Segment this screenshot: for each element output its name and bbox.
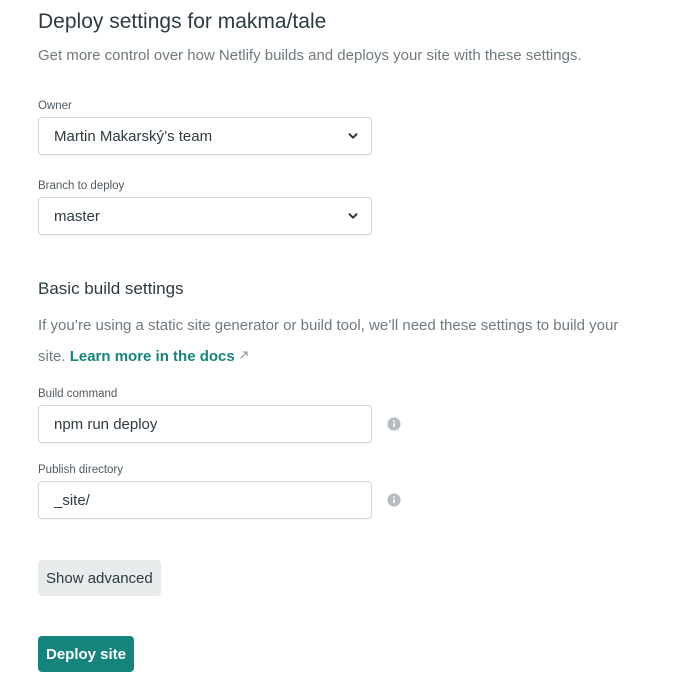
branch-select[interactable]: master xyxy=(38,197,372,235)
page-title: Deploy settings for makma/tale xyxy=(38,10,327,33)
page-subtitle: Get more control over how Netlify builds… xyxy=(38,47,582,64)
external-link-icon xyxy=(240,351,248,359)
build-command-value: npm run deploy xyxy=(54,415,158,433)
publish-directory-value: _site/ xyxy=(54,491,90,509)
chevron-down-icon xyxy=(348,213,358,219)
publish-directory-label: Publish directory xyxy=(38,464,124,476)
build-settings-description: If you’re using a static site generator … xyxy=(38,310,638,372)
branch-select-value: master xyxy=(54,207,100,225)
info-icon[interactable] xyxy=(387,493,401,507)
chevron-down-icon xyxy=(348,133,358,139)
build-settings-title: Basic build settings xyxy=(38,279,184,298)
info-icon[interactable] xyxy=(387,417,401,431)
publish-directory-input[interactable]: _site/ xyxy=(38,481,372,519)
owner-select[interactable]: Martin Makarský’s team xyxy=(38,117,372,155)
show-advanced-button[interactable]: Show advanced xyxy=(38,560,161,596)
owner-label: Owner xyxy=(38,100,72,112)
owner-select-value: Martin Makarský’s team xyxy=(54,127,213,145)
branch-label: Branch to deploy xyxy=(38,180,125,192)
build-command-label: Build command xyxy=(38,388,118,400)
learn-more-link-label: Learn more in the docs xyxy=(69,348,235,365)
build-command-input[interactable]: npm run deploy xyxy=(38,405,372,443)
learn-more-link[interactable]: Learn more in the docs xyxy=(70,348,249,365)
deploy-site-button[interactable]: Deploy site xyxy=(38,636,135,672)
